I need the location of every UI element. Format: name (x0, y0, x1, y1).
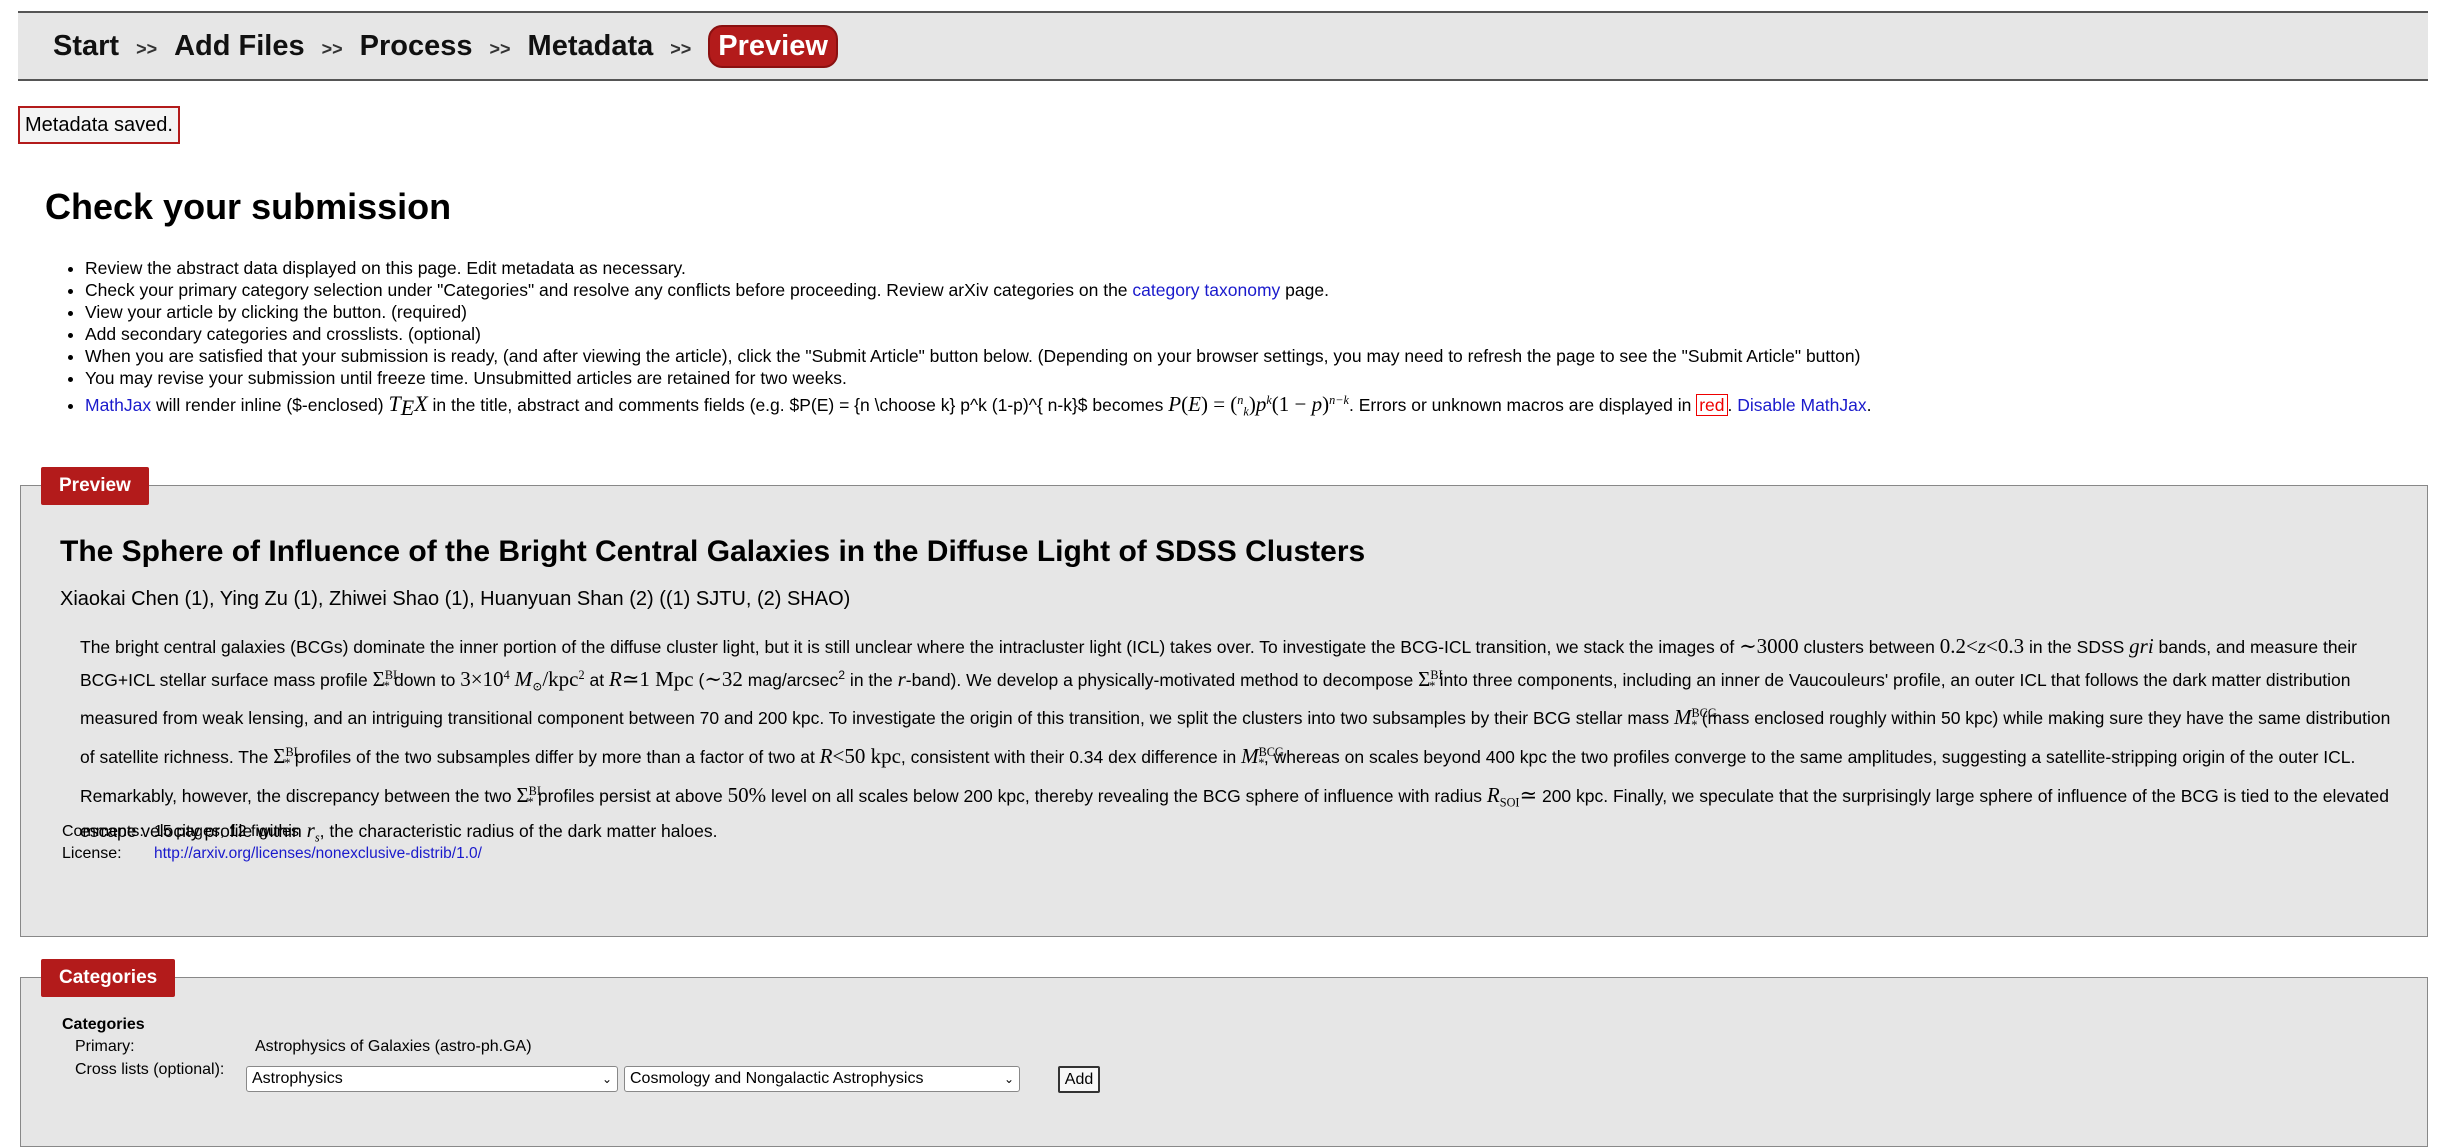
license-label: License: (62, 845, 122, 862)
list-item: MathJax will render inline ($-enclosed) … (85, 389, 2415, 422)
breadcrumb-start[interactable]: Start (53, 30, 119, 63)
archive-select[interactable]: Astrophysics ⌄ (246, 1066, 618, 1092)
disable-mathjax-link[interactable]: Disable MathJax (1737, 395, 1866, 415)
primary-value: Astrophysics of Galaxies (astro-ph.GA) (255, 1038, 532, 1055)
instruction-text: will render inline ($-enclosed) (156, 394, 384, 415)
article-title: The Sphere of Influence of the Bright Ce… (60, 535, 1366, 568)
list-item: Add secondary categories and crosslists.… (85, 323, 2415, 345)
comments-row: Comments: 15 pages, 12 figures (62, 823, 299, 841)
instruction-text: . Errors or unknown macros are displayed… (1348, 394, 1692, 415)
list-item: View your article by clicking the button… (85, 301, 2415, 323)
breadcrumb-separator: >> (489, 38, 511, 59)
categories-panel: Categories Categories Primary: Astrophysi… (20, 959, 2428, 1147)
categories-heading: Categories (62, 1016, 145, 1033)
breadcrumb-metadata[interactable]: Metadata (528, 30, 654, 63)
category-select[interactable]: Cosmology and Nongalactic Astrophysics ⌄ (624, 1066, 1020, 1092)
breadcrumb-separator: >> (670, 38, 692, 59)
primary-label: Primary: (75, 1038, 135, 1055)
categories-legend: Categories (41, 959, 176, 997)
preview-legend: Preview (41, 467, 149, 505)
license-link[interactable]: http://arxiv.org/licenses/nonexclusive-d… (154, 845, 482, 862)
breadcrumb-separator: >> (321, 38, 343, 59)
comments-label: Comments: (62, 823, 144, 840)
breadcrumb: Start >> Add Files >> Process >> Metadat… (18, 11, 2428, 81)
breadcrumb-process[interactable]: Process (360, 30, 473, 63)
chevron-down-icon: ⌄ (1003, 1072, 1014, 1086)
instruction-text: Check your primary category selection un… (85, 280, 1128, 300)
archive-select-value: Astrophysics (252, 1070, 343, 1087)
list-item: Check your primary category selection un… (85, 279, 2415, 301)
tex-logo: TEX (388, 390, 428, 420)
add-crosslist-button[interactable]: Add (1058, 1066, 1100, 1093)
article-abstract: The bright central galaxies (BCGs) domin… (80, 634, 2391, 845)
list-item: When you are satisfied that your submiss… (85, 345, 2415, 367)
flash-message: Metadata saved. (18, 106, 180, 144)
instruction-list: Review the abstract data displayed on th… (45, 257, 2415, 422)
category-select-value: Cosmology and Nongalactic Astrophysics (630, 1070, 924, 1087)
comments-value: 15 pages, 12 figures (154, 823, 299, 840)
primary-row: Primary: Astrophysics of Galaxies (astro-… (75, 1038, 532, 1056)
page-title: Check your submission (45, 186, 452, 227)
instruction-text: page. (1285, 280, 1329, 300)
list-item: Review the abstract data displayed on th… (85, 257, 2415, 279)
chevron-down-icon: ⌄ (601, 1072, 612, 1086)
breadcrumb-add-files[interactable]: Add Files (174, 30, 305, 63)
breadcrumb-separator: >> (136, 38, 158, 59)
list-item: You may revise your submission until fre… (85, 367, 2415, 389)
math-formula: P (1168, 391, 1182, 416)
mathjax-link[interactable]: MathJax (85, 395, 151, 415)
instruction-text: in the title, abstract and comments fiel… (432, 394, 1164, 415)
article-authors: Xiaokai Chen (1), Ying Zu (1), Zhiwei Sh… (60, 588, 851, 610)
category-taxonomy-link[interactable]: category taxonomy (1132, 280, 1280, 300)
cross-list-label: Cross lists (optional): (75, 1061, 225, 1078)
breadcrumb-preview-active: Preview (708, 24, 838, 68)
license-row: License: http://arxiv.org/licenses/nonexc… (62, 845, 482, 863)
preview-panel: Preview The Sphere of Influence of the B… (20, 467, 2428, 937)
red-sample: red (1696, 393, 1728, 416)
